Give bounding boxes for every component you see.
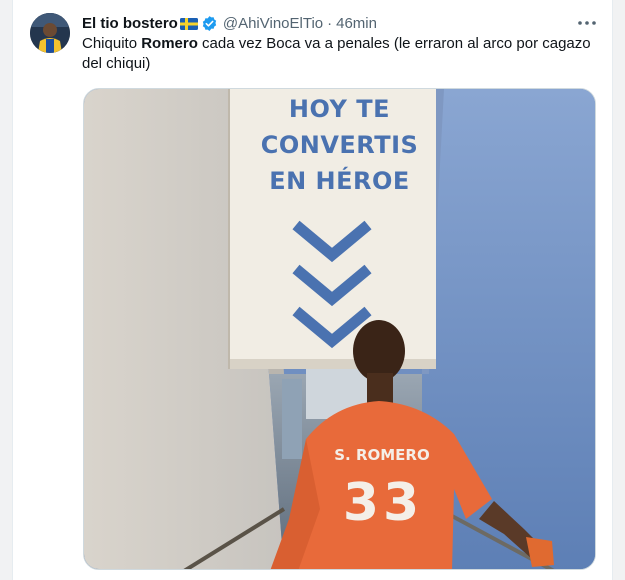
tweet-text: Chiquito Romero cada vez Boca va a penal… [82,34,602,74]
separator-dot: · [327,14,333,32]
verified-badge-icon[interactable] [201,15,218,32]
author-handle[interactable]: @AhiVinoElTio [223,15,323,32]
tweet-card[interactable]: El tio bostero @AhiVinoElTio · 46min Chi… [12,0,613,580]
tweet-photo[interactable]: HOY TE CONVERTIS EN HÉROE S. ROMERO 33 [83,88,596,570]
tweet-text-bold: Romero [141,35,198,52]
avatar[interactable] [30,13,70,53]
sweden-flag-icon [179,17,198,30]
more-options-icon[interactable] [576,12,598,34]
shirt-number: 33 [342,473,424,533]
tweet-text-start: Chiquito [82,35,142,52]
author-name[interactable]: El tio bostero [82,15,178,32]
sign-text-line2: CONVERTIS [260,131,419,159]
timestamp[interactable]: 46min [336,15,377,32]
shirt-name: S. ROMERO [334,446,430,464]
tweet-header: El tio bostero @AhiVinoElTio · 46min [82,13,377,33]
sign-text-line1: HOY TE [288,95,391,123]
sign-text-line3: EN HÉROE [269,167,410,195]
